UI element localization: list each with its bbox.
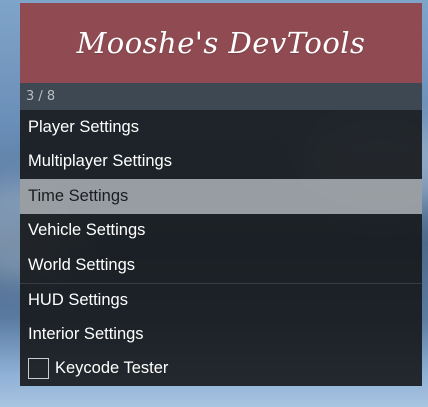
item-counter: 3 / 8 (26, 89, 56, 104)
menu-item-label: Interior Settings (28, 324, 144, 343)
menu-item-player-settings[interactable]: Player Settings (20, 110, 422, 145)
menu-item-interior-settings[interactable]: Interior Settings (20, 317, 422, 352)
menu-item-label: World Settings (28, 255, 135, 274)
keycode-tester-checkbox[interactable] (28, 358, 49, 380)
menu-items: Player Settings Multiplayer Settings Tim… (20, 110, 422, 386)
menu-item-world-settings[interactable]: World Settings (20, 248, 422, 283)
menu-item-label: Vehicle Settings (28, 221, 146, 240)
menu-item-label: Keycode Tester (55, 359, 169, 378)
menu-item-label: Multiplayer Settings (28, 152, 172, 171)
menu-item-time-settings[interactable]: Time Settings (20, 179, 422, 214)
menu-item-keycode-tester[interactable]: Keycode Tester (20, 352, 422, 387)
menu-item-label: Time Settings (28, 186, 129, 205)
devtools-menu: Mooshe's DevTools 3 / 8 Player Settings … (20, 3, 422, 386)
menu-banner: Mooshe's DevTools (20, 3, 422, 83)
menu-item-vehicle-settings[interactable]: Vehicle Settings (20, 214, 422, 249)
menu-item-label: HUD Settings (28, 290, 128, 309)
menu-subheader: 3 / 8 (20, 83, 422, 110)
menu-title: Mooshe's DevTools (76, 26, 366, 60)
menu-item-label: Player Settings (28, 117, 139, 136)
menu-item-hud-settings[interactable]: HUD Settings (20, 282, 422, 318)
menu-item-multiplayer-settings[interactable]: Multiplayer Settings (20, 145, 422, 180)
